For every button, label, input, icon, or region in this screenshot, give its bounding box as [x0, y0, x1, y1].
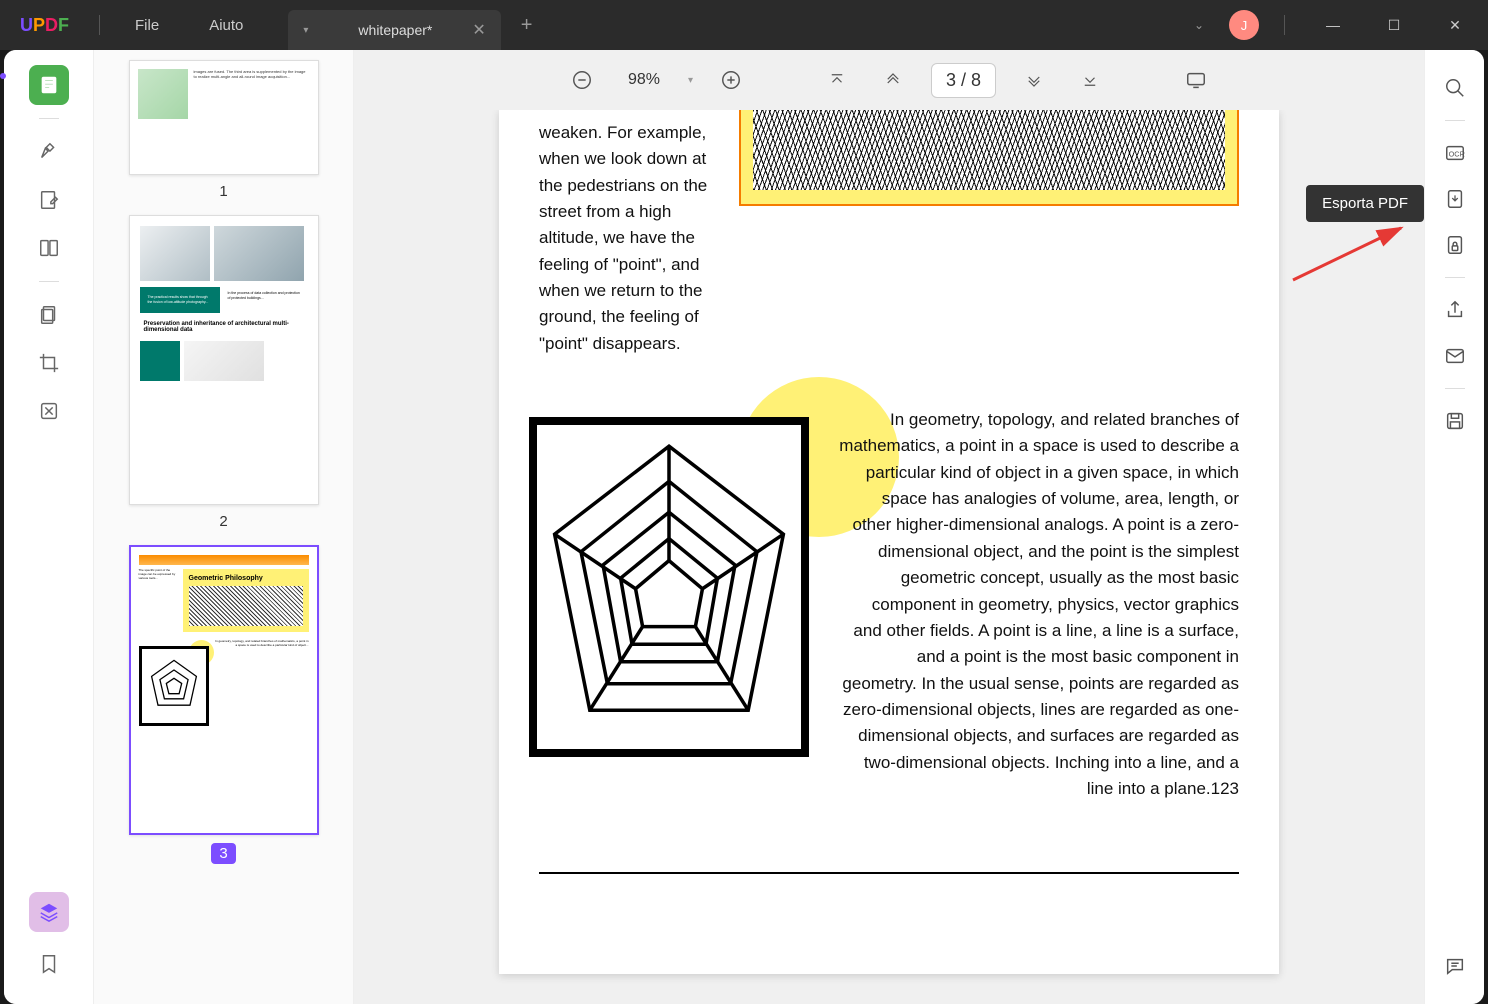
separator: [39, 281, 59, 282]
mail-icon: [1444, 345, 1466, 367]
export-pdf-icon: [1444, 188, 1466, 210]
thumbnail-3[interactable]: The specific point of the image can be e…: [94, 545, 353, 864]
prev-page-button[interactable]: [875, 62, 911, 98]
document-page: weaken. For example, when we look down a…: [499, 110, 1279, 974]
ocr-button[interactable]: OCR: [1437, 135, 1473, 171]
thumbnail-1[interactable]: images are fused. The third area is supp…: [94, 60, 353, 200]
content-area: 98% ▾ 3 / 8 weaken. For example, when we…: [354, 50, 1424, 1004]
edit-tool-button[interactable]: [29, 180, 69, 220]
chevron-up-icon: [884, 71, 902, 89]
last-page-button[interactable]: [1072, 62, 1108, 98]
export-pdf-button[interactable]: [1437, 181, 1473, 217]
minimize-button[interactable]: —: [1310, 10, 1356, 40]
thumbnails-panel[interactable]: images are fused. The third area is supp…: [94, 50, 354, 1004]
tab-title: whitepaper*: [358, 22, 432, 38]
left-toolbar: [4, 50, 94, 1004]
chevron-bottom-icon: [1081, 71, 1099, 89]
compare-tool-button[interactable]: [29, 228, 69, 268]
compare-icon: [38, 237, 60, 259]
app-logo: UPDF: [0, 15, 89, 36]
ocr-icon: OCR: [1444, 142, 1466, 164]
thumbnail-label: 3: [211, 843, 235, 864]
main-area: images are fused. The third area is supp…: [4, 50, 1484, 1004]
search-icon: [1444, 77, 1466, 99]
titlebar: UPDF File Aiuto ▾ whitepaper* ✕ + ⌄ J — …: [0, 0, 1488, 50]
divider: [1284, 15, 1285, 35]
plus-circle-icon: [720, 69, 742, 91]
page-view[interactable]: weaken. For example, when we look down a…: [354, 110, 1424, 1004]
close-button[interactable]: ✕: [1432, 10, 1478, 40]
separator: [1445, 277, 1465, 278]
screen-icon: [1185, 69, 1207, 91]
page-input[interactable]: 3 / 8: [931, 63, 996, 98]
menu-help[interactable]: Aiuto: [184, 17, 268, 34]
zoom-dropdown-icon[interactable]: ▾: [688, 75, 693, 86]
comment-icon: [1444, 955, 1466, 977]
layers-button[interactable]: [29, 892, 69, 932]
first-page-button[interactable]: [819, 62, 855, 98]
share-button[interactable]: [1437, 292, 1473, 328]
thumbnail-label: 1: [219, 183, 227, 200]
thumbnail-2[interactable]: The practical results show that through …: [94, 215, 353, 530]
tab-add-button[interactable]: +: [501, 14, 553, 37]
hero-image-wrap: [739, 110, 1239, 206]
minus-circle-icon: [571, 69, 593, 91]
right-toolbar: OCR: [1424, 50, 1484, 1004]
email-button[interactable]: [1437, 338, 1473, 374]
tab-close-icon[interactable]: ✕: [472, 20, 485, 40]
organize-pages-button[interactable]: [29, 295, 69, 335]
bookmark-button[interactable]: [29, 944, 69, 984]
tab-dropdown-icon[interactable]: ▾: [303, 25, 308, 36]
maximize-button[interactable]: ☐: [1371, 10, 1417, 40]
protect-button[interactable]: [1437, 227, 1473, 263]
share-icon: [1444, 299, 1466, 321]
crop-icon: [38, 352, 60, 374]
edit-page-icon: [38, 189, 60, 211]
zoom-out-button[interactable]: [564, 62, 600, 98]
highlight-tool-button[interactable]: [29, 132, 69, 172]
thumbnail-page: images are fused. The third area is supp…: [129, 60, 319, 175]
right-paragraph: In geometry, topology, and related branc…: [839, 397, 1239, 802]
chevron-down-icon: [1025, 71, 1043, 89]
crop-tool-button[interactable]: [29, 343, 69, 383]
menu-file[interactable]: File: [110, 17, 184, 34]
zoom-value: 98%: [620, 71, 668, 89]
document-tab[interactable]: ▾ whitepaper* ✕: [288, 10, 500, 50]
chevron-top-icon: [828, 71, 846, 89]
divider: [99, 15, 100, 35]
hero-image: [753, 110, 1225, 190]
thumbnail-label: 2: [219, 513, 227, 530]
next-page-button[interactable]: [1016, 62, 1052, 98]
thumbnail-page: The specific point of the image can be e…: [129, 545, 319, 835]
thumbnail-page: The practical results show that through …: [129, 215, 319, 505]
separator: [39, 118, 59, 119]
presentation-button[interactable]: [1178, 62, 1214, 98]
layers-icon: [38, 901, 60, 923]
marker-icon: [38, 141, 60, 163]
separator: [1445, 388, 1465, 389]
pages-icon: [38, 304, 60, 326]
export-pdf-tooltip: Esporta PDF: [1306, 185, 1424, 222]
search-button[interactable]: [1437, 70, 1473, 106]
geometric-image: [529, 417, 809, 757]
save-icon: [1444, 410, 1466, 432]
thumbnails-panel-button[interactable]: [29, 65, 69, 105]
zoom-in-button[interactable]: [713, 62, 749, 98]
comments-button[interactable]: [1437, 948, 1473, 984]
svg-text:OCR: OCR: [1448, 150, 1464, 159]
separator: [1445, 120, 1465, 121]
lock-page-icon: [1444, 234, 1466, 256]
redact-icon: [38, 400, 60, 422]
bookmark-icon: [38, 953, 60, 975]
user-avatar[interactable]: J: [1229, 10, 1259, 40]
left-paragraph: weaken. For example, when we look down a…: [539, 120, 709, 357]
page-divider: [539, 872, 1239, 874]
titlebar-dropdown-icon[interactable]: ⌄: [1184, 13, 1214, 37]
thumbnails-icon: [38, 74, 60, 96]
redact-tool-button[interactable]: [29, 391, 69, 431]
save-button[interactable]: [1437, 403, 1473, 439]
view-toolbar: 98% ▾ 3 / 8: [354, 50, 1424, 110]
